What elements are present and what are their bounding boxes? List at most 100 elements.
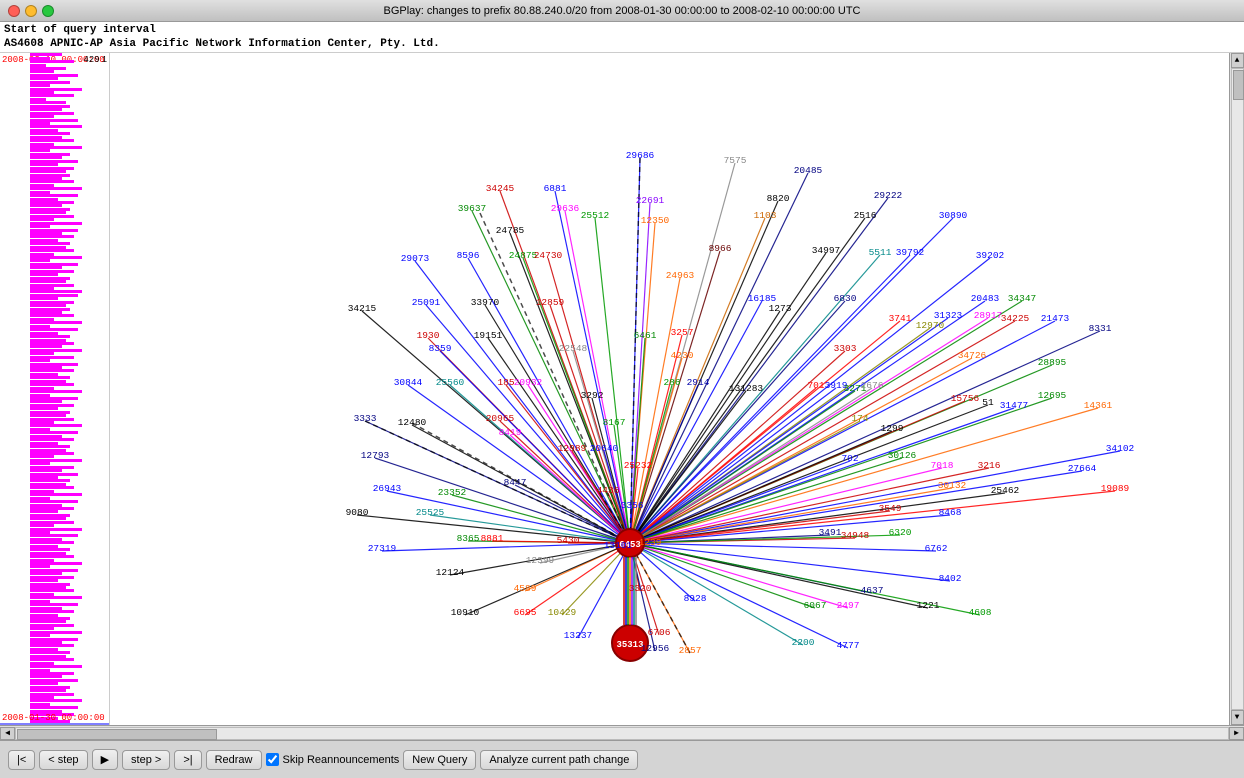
skip-reannouncements-label: Skip Reannouncements	[283, 754, 400, 766]
redraw-button[interactable]: Redraw	[206, 750, 262, 770]
svg-text:3320: 3320	[629, 583, 652, 594]
svg-text:31323: 31323	[934, 310, 963, 321]
bottom-scrollbar[interactable]: ◀ ▶	[0, 725, 1244, 740]
svg-text:8966: 8966	[709, 243, 732, 254]
svg-text:5511: 5511	[869, 247, 892, 258]
svg-text:19089: 19089	[1101, 483, 1130, 494]
svg-text:28917: 28917	[974, 310, 1003, 321]
svg-text:131283: 131283	[729, 383, 764, 394]
svg-text:23352: 23352	[438, 487, 467, 498]
svg-text:8447: 8447	[504, 477, 527, 488]
scroll-up-arrow[interactable]: ▲	[1231, 53, 1244, 68]
svg-text:7575: 7575	[724, 155, 747, 166]
hscroll-thumb[interactable]	[17, 729, 217, 740]
scroll-thumb[interactable]	[1233, 70, 1244, 100]
svg-text:20965: 20965	[486, 413, 515, 424]
title-bar: BGPlay: changes to prefix 80.88.240.0/20…	[0, 0, 1244, 22]
svg-text:4230: 4230	[671, 350, 694, 361]
svg-text:8402: 8402	[939, 573, 962, 584]
hscroll-left-arrow[interactable]: ◀	[0, 727, 15, 740]
svg-text:1273: 1273	[769, 303, 792, 314]
analyze-button[interactable]: Analyze current path change	[480, 750, 638, 770]
svg-text:34347: 34347	[1008, 293, 1037, 304]
svg-text:1299: 1299	[881, 423, 904, 434]
sidebar-bottom-date: 2008-01-30 00:00:00	[2, 713, 105, 723]
svg-text:702: 702	[841, 453, 858, 464]
hscroll-right-arrow[interactable]: ▶	[1229, 727, 1244, 740]
svg-text:6881: 6881	[544, 183, 567, 194]
last-button[interactable]: >|	[174, 750, 201, 770]
svg-text:12970: 12970	[916, 320, 945, 331]
svg-text:8820: 8820	[767, 193, 790, 204]
svg-text:13237: 13237	[564, 630, 593, 641]
svg-text:6830: 6830	[834, 293, 857, 304]
svg-text:24785: 24785	[496, 225, 525, 236]
svg-text:20932: 20932	[514, 377, 543, 388]
svg-text:39792: 39792	[896, 247, 925, 258]
svg-text:185: 185	[497, 377, 514, 388]
svg-text:6067: 6067	[804, 600, 827, 611]
svg-text:3257: 3257	[671, 327, 694, 338]
svg-text:12695: 12695	[1038, 390, 1067, 401]
svg-text:34726: 34726	[958, 350, 987, 361]
svg-text:2676: 2676	[861, 380, 884, 391]
scroll-track[interactable]	[1231, 68, 1244, 710]
svg-text:2516: 2516	[854, 210, 877, 221]
svg-text:24963: 24963	[666, 270, 695, 281]
prev-step-button[interactable]: < step	[39, 750, 87, 770]
svg-text:2200: 2200	[792, 637, 815, 648]
close-button[interactable]	[8, 5, 20, 17]
svg-text:39202: 39202	[976, 250, 1005, 261]
svg-text:35313: 35313	[616, 640, 643, 650]
svg-text:22548: 22548	[559, 343, 588, 354]
svg-text:30132: 30132	[938, 480, 967, 491]
viz-svg: 6453353132968675752048529222308903424568…	[110, 53, 1229, 725]
svg-text:3549: 3549	[879, 503, 902, 514]
svg-text:34102: 34102	[1106, 443, 1135, 454]
svg-text:25091: 25091	[412, 297, 441, 308]
play-button[interactable]: ▶	[92, 749, 118, 770]
svg-text:25560: 25560	[436, 377, 465, 388]
svg-text:25462: 25462	[991, 485, 1020, 496]
svg-text:34225: 34225	[1001, 313, 1030, 324]
svg-text:30126: 30126	[888, 450, 917, 461]
svg-text:174: 174	[851, 413, 868, 424]
sidebar-timeline: 2008-02-10 00:00:00 429 1 2008-01-30 00:…	[0, 53, 110, 725]
svg-text:8419: 8419	[499, 427, 522, 438]
svg-text:12124: 12124	[436, 567, 465, 578]
svg-text:31477: 31477	[1000, 400, 1029, 411]
svg-text:12989: 12989	[558, 443, 587, 454]
skip-reannouncements-checkbox[interactable]	[266, 753, 279, 766]
svg-text:6695: 6695	[514, 607, 537, 618]
svg-text:5430: 5430	[557, 535, 580, 546]
right-scrollbar[interactable]: ▲ ▼	[1229, 53, 1244, 725]
svg-text:34948: 34948	[841, 530, 870, 541]
svg-text:51: 51	[982, 397, 994, 408]
svg-text:34997: 34997	[812, 245, 841, 256]
svg-text:3216: 3216	[978, 460, 1001, 471]
sidebar-num2: 1	[102, 55, 107, 65]
svg-text:4777: 4777	[837, 640, 860, 651]
svg-text:12956: 12956	[641, 643, 670, 654]
svg-text:3333: 3333	[354, 413, 377, 424]
visualization-area: 6453353132968675752048529222308903424568…	[110, 53, 1229, 725]
svg-text:6706: 6706	[648, 627, 671, 638]
maximize-button[interactable]	[42, 5, 54, 17]
svg-text:39637: 39637	[458, 203, 487, 214]
svg-text:21473: 21473	[1041, 313, 1070, 324]
svg-text:6320: 6320	[889, 527, 912, 538]
svg-text:2857: 2857	[679, 645, 702, 656]
next-step-button[interactable]: step >	[122, 750, 170, 770]
minimize-button[interactable]	[25, 5, 37, 17]
svg-text:3491: 3491	[819, 527, 842, 538]
first-button[interactable]: |<	[8, 750, 35, 770]
svg-text:4608: 4608	[969, 607, 992, 618]
svg-text:8881: 8881	[481, 533, 504, 544]
new-query-button[interactable]: New Query	[403, 750, 476, 770]
svg-text:1221: 1221	[917, 600, 940, 611]
svg-text:28895: 28895	[1038, 357, 1067, 368]
svg-text:1103: 1103	[754, 210, 777, 221]
scroll-down-arrow[interactable]: ▼	[1231, 710, 1244, 725]
svg-text:4637: 4637	[861, 585, 884, 596]
hscroll-track[interactable]	[15, 727, 1229, 740]
